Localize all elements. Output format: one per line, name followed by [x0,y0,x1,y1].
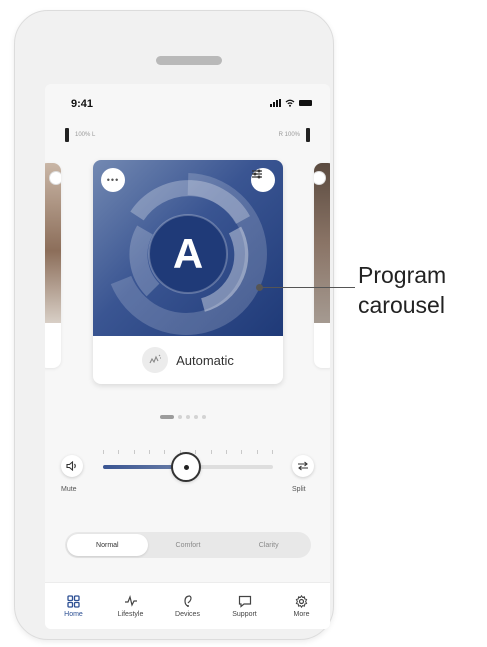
wifi-icon [285,99,295,107]
more-options-button[interactable]: ••• [101,168,125,192]
split-button[interactable] [292,455,314,477]
carousel-dot[interactable] [160,415,174,419]
callout-label: Program carousel [358,260,446,320]
carousel-dot[interactable] [178,415,182,419]
app-screen: 9:41 100% L R 100% A ••• Automatic Mute … [45,84,330,629]
right-aid-battery: R 100% [279,128,310,142]
nav-item-home[interactable]: Home [49,594,99,618]
phone-speaker [156,56,222,65]
bottom-navigation: Home Lifestyle Devices Support More [45,582,330,629]
carousel-dot[interactable] [186,415,190,419]
nav-label: Lifestyle [117,611,144,618]
carousel-pagination[interactable] [160,415,206,419]
mute-label: Mute [61,486,77,493]
callout-line [260,287,355,288]
speaker-icon [66,461,76,471]
program-letter: A [172,230,204,277]
nav-label: Devices [175,611,200,618]
split-label: Split [292,486,306,493]
tune-settings-button[interactable] [251,168,275,192]
left-aid-battery: 100% L [65,128,95,142]
chat-icon [238,594,252,608]
split-arrows-icon [298,461,308,471]
battery-icon [299,100,312,106]
carousel-dot[interactable] [194,415,198,419]
left-battery-label: 100% L [75,132,96,138]
program-artwork: A ••• [93,160,283,336]
callout-line-1: Program [358,262,447,288]
signal-icon [270,99,281,107]
left-battery-icon [65,128,69,142]
sliders-icon [252,169,262,179]
nav-label: Support [232,611,257,618]
status-icons [270,99,312,107]
prev-card-menu-icon [49,171,61,185]
mute-button[interactable] [61,455,83,477]
home-grid-icon [67,594,81,608]
status-time: 9:41 [71,98,94,110]
program-card[interactable]: A ••• Automatic [93,160,283,384]
phone-frame: 9:41 100% L R 100% A ••• Automatic Mute … [14,10,334,640]
prev-card-photo [45,163,61,323]
nav-label: More [293,611,310,618]
right-battery-label: R 100% [278,132,300,138]
volume-slider-thumb[interactable] [171,452,201,482]
hearing-aid-icon [181,594,195,608]
automatic-program-icon [142,347,169,373]
pulse-icon [124,594,138,608]
callout-line-2: carousel [358,292,445,318]
nav-item-more[interactable]: More [277,594,327,618]
nav-item-support[interactable]: Support [220,594,270,618]
nav-item-devices[interactable]: Devices [163,594,213,618]
next-card-photo [314,163,330,323]
sound-mode-segmented-control: Normal Comfort Clarity [65,532,311,558]
carousel-prev-card[interactable] [45,163,61,368]
nav-item-lifestyle[interactable]: Lifestyle [106,594,156,618]
segment-normal[interactable]: Normal [67,534,148,556]
segment-comfort[interactable]: Comfort [148,534,229,556]
program-name: Automatic [176,352,234,368]
program-card-footer: Automatic [93,336,283,384]
carousel-dot[interactable] [202,415,206,419]
segment-clarity[interactable]: Clarity [228,534,309,556]
right-battery-icon [306,128,310,142]
nav-label: Home [64,611,83,618]
gear-icon [295,594,309,608]
carousel-next-card[interactable] [314,163,330,368]
